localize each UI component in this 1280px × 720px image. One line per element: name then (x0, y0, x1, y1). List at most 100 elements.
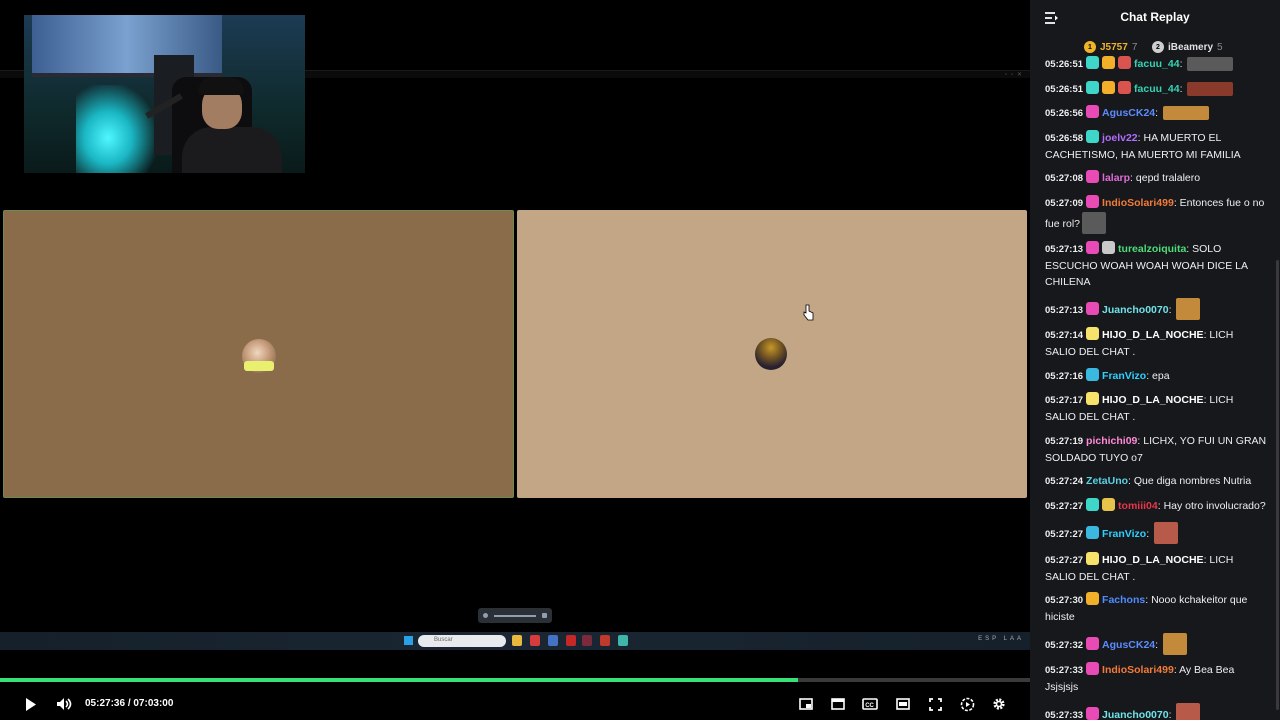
captions-button[interactable]: CC (858, 694, 882, 714)
play-icon (26, 697, 36, 711)
chat-message: 05:27:24 ZetaUno: Que diga nombres Nutria (1045, 473, 1267, 490)
chat-text: qepd tralalero (1135, 172, 1201, 184)
chat-username[interactable]: facuu_44 (1134, 83, 1180, 95)
chat-badge-icon (1086, 56, 1100, 69)
chat-badge-icon (1086, 706, 1100, 720)
video-player[interactable]: ▫▫✕ Buscar ESP LAA 05:27:36 / 07:03:00 C… (0, 0, 1030, 720)
chat-colon: : (1155, 638, 1161, 651)
miniplayer-button[interactable] (794, 694, 818, 714)
chat-username[interactable]: Juancho0070 (1102, 304, 1169, 316)
volume-icon (57, 698, 72, 710)
chat-message: 05:27:17 HIJO_D_LA_NOCHE: LICH SALIO DEL … (1045, 392, 1267, 425)
taskbar-tray: ESP LAA (978, 636, 1024, 642)
message-timestamp[interactable]: 05:26:58 (1045, 133, 1083, 144)
time-current: 05:27:36 (85, 698, 126, 709)
message-timestamp[interactable]: 05:26:51 (1045, 84, 1083, 95)
chat-username[interactable]: HIJO_D_LA_NOCHE (1102, 394, 1204, 406)
app-icon (548, 635, 558, 646)
chat-username[interactable]: joelv22 (1102, 132, 1138, 144)
chat-username[interactable]: HIJO_D_LA_NOCHE (1102, 554, 1204, 566)
fullscreen-icon (928, 697, 942, 711)
seek-bar[interactable] (0, 678, 1030, 682)
message-timestamp[interactable]: 05:27:24 (1045, 476, 1083, 487)
chat-emote-icon (1176, 297, 1201, 320)
message-timestamp[interactable]: 05:27:08 (1045, 173, 1083, 184)
leaderboard-name: iBeamery (1168, 41, 1214, 53)
leaderboard-count: 7 (1131, 41, 1138, 53)
fullscreen-button[interactable] (923, 694, 947, 714)
call-tile-right (517, 210, 1027, 498)
chat-username[interactable]: lalarp (1102, 172, 1130, 184)
message-timestamp[interactable]: 05:27:14 (1045, 330, 1083, 341)
stream-window-controls: ▫▫✕ (1004, 72, 1026, 78)
app: ▫▫✕ Buscar ESP LAA 05:27:36 / 07:03:00 C… (0, 0, 1280, 720)
time-separator: / (127, 698, 131, 709)
time-display: 05:27:36 / 07:03:00 (85, 698, 173, 709)
chat-message: 05:26:51 facuu_44: (1045, 80, 1267, 98)
chat-text: epa (1152, 369, 1170, 382)
chat-scrollbar[interactable] (1276, 260, 1279, 710)
chat-username[interactable]: Juancho0070 (1102, 709, 1169, 720)
message-timestamp[interactable]: 05:27:33 (1045, 710, 1083, 720)
chat-username[interactable]: AgusCK24 (1102, 107, 1155, 119)
window-button[interactable] (891, 694, 915, 714)
chat-badge-icon (1086, 497, 1100, 511)
message-timestamp[interactable]: 05:27:09 (1045, 198, 1083, 209)
speed-button[interactable] (955, 694, 979, 714)
chat-username[interactable]: facuu_44 (1134, 58, 1180, 70)
message-timestamp[interactable]: 05:27:17 (1045, 395, 1083, 406)
chat-message: 05:26:56 AgusCK24: (1045, 105, 1267, 122)
captions-icon: CC (862, 698, 878, 710)
chat-badge-icon (1086, 241, 1100, 254)
message-timestamp[interactable]: 05:27:27 (1045, 555, 1083, 566)
chat-username[interactable]: IndioSolari499 (1102, 664, 1174, 676)
message-timestamp[interactable]: 05:26:56 (1045, 108, 1083, 119)
message-timestamp[interactable]: 05:27:27 (1045, 501, 1083, 512)
gear-icon (993, 698, 1005, 710)
chat-username[interactable]: AgusCK24 (1102, 639, 1155, 651)
message-timestamp[interactable]: 05:27:32 (1045, 640, 1083, 651)
play-button[interactable] (19, 694, 43, 714)
message-timestamp[interactable]: 05:27:33 (1045, 665, 1083, 676)
message-timestamp[interactable]: 05:27:13 (1045, 305, 1083, 316)
message-timestamp[interactable]: 05:27:13 (1045, 244, 1083, 255)
folder-icon (512, 635, 522, 646)
settings-button[interactable] (987, 694, 1011, 714)
svg-text:CC: CC (865, 703, 874, 709)
chat-username[interactable]: IndioSolari499 (1102, 197, 1174, 209)
chat-username[interactable]: FranVizo (1102, 528, 1146, 540)
miniplayer-icon (799, 698, 813, 710)
chat-username[interactable]: FranVizo (1102, 370, 1146, 382)
chat-badge-icon (1086, 662, 1100, 675)
chat-username[interactable]: HIJO_D_LA_NOCHE (1102, 329, 1204, 341)
leaderboard-entry: 2 iBeamery 5 (1152, 41, 1223, 53)
windows-taskbar: Buscar ESP LAA (0, 632, 1030, 650)
chat-badge-icon (1102, 80, 1116, 94)
theater-button[interactable] (826, 694, 850, 714)
chat-username[interactable]: turealzoiquita (1118, 243, 1186, 255)
chat-username[interactable]: tomiii04 (1118, 500, 1158, 512)
chat-badge-icon (1086, 636, 1100, 650)
message-timestamp[interactable]: 05:27:30 (1045, 595, 1083, 606)
message-timestamp[interactable]: 05:27:19 (1045, 436, 1083, 447)
window-icon (896, 698, 910, 710)
message-timestamp[interactable]: 05:26:51 (1045, 59, 1083, 70)
chat-panel: Chat Replay 1 J5757 7 2 iBeamery 5 05:26:51 fa… (1030, 0, 1280, 720)
message-timestamp[interactable]: 05:27:27 (1045, 529, 1083, 540)
chat-badge-icon (1086, 327, 1100, 340)
leaderboard-count: 5 (1217, 41, 1223, 53)
medal-icon: 1 (1084, 41, 1096, 53)
chat-message-list[interactable]: 05:26:51 facuu_44: 05:26:51 facuu_44: 05:2… (1045, 56, 1267, 720)
chat-emote-icon (1162, 106, 1209, 120)
chat-badge-icon (1086, 592, 1100, 605)
chat-username[interactable]: ZetaUno (1086, 475, 1128, 487)
chat-username[interactable]: Fachons (1102, 594, 1145, 606)
chat-username[interactable]: pichichi09 (1086, 435, 1137, 447)
message-timestamp[interactable]: 05:27:16 (1045, 371, 1083, 382)
app-icon (566, 635, 576, 646)
chat-colon: : (1146, 528, 1153, 540)
app-icon (582, 635, 592, 646)
volume-button[interactable] (52, 694, 76, 714)
chat-colon: : (1179, 58, 1186, 70)
chat-message: 05:27:33 Juancho0070: (1045, 702, 1267, 720)
